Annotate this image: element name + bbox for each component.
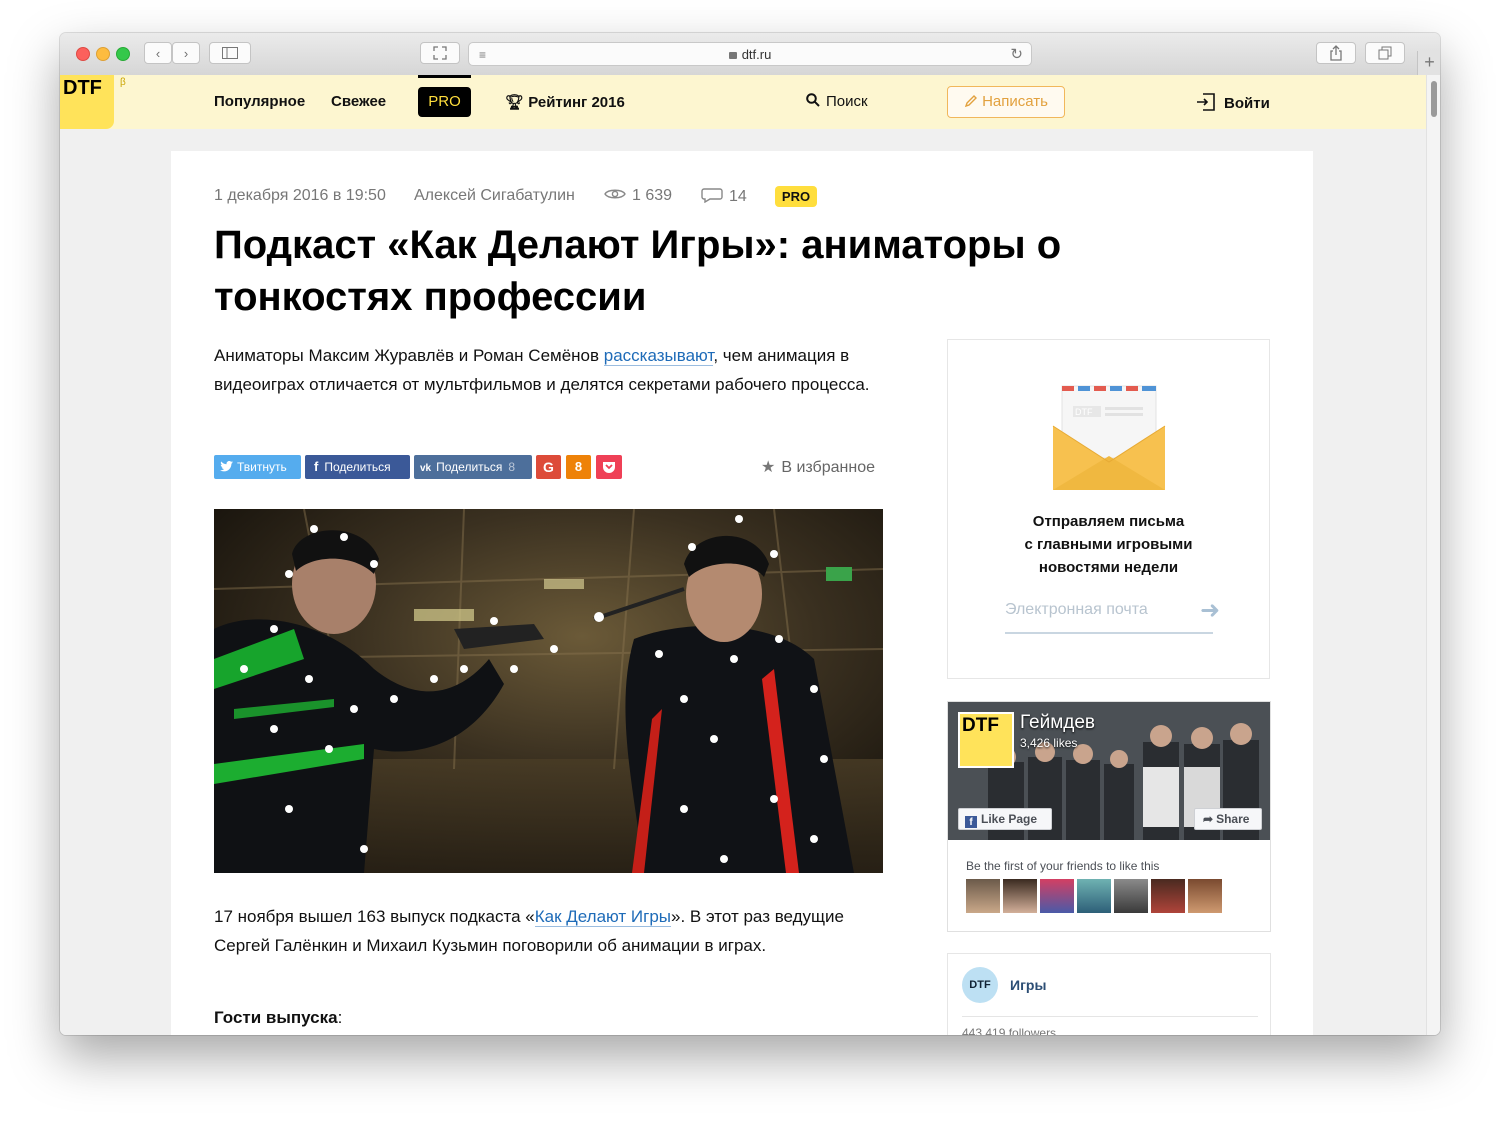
article-body-paragraph: 17 ноября вышел 163 выпуск подкаста «Как… — [214, 907, 844, 955]
zoom-window-button[interactable] — [116, 47, 130, 61]
article-card: 1 декабря 2016 в 19:50 Алексей Сигабатул… — [171, 151, 1313, 1035]
friend-avatar[interactable] — [1151, 879, 1185, 913]
login-icon — [1197, 93, 1215, 111]
article-comments[interactable]: 14 — [701, 187, 747, 206]
friend-avatar[interactable] — [1114, 879, 1148, 913]
friend-avatar[interactable] — [1188, 879, 1222, 913]
write-button[interactable]: Написать — [947, 86, 1065, 118]
article-date: 1 декабря 2016 в 19:50 — [214, 187, 386, 204]
scrollbar[interactable] — [1426, 75, 1440, 1035]
sidebar-toggle-button[interactable] — [209, 42, 251, 64]
lead-link[interactable]: рассказывают — [603, 346, 714, 366]
tabs-overview-button[interactable] — [1365, 42, 1405, 64]
email-input-underline — [1005, 632, 1213, 634]
lock-icon — [728, 52, 737, 59]
google-share-button[interactable]: G — [536, 455, 561, 479]
site-header: DTF β Популярное Свежее PRO 🏆︎ Рейтинг 2… — [60, 75, 1426, 129]
page-viewport: DTF β Популярное Свежее PRO 🏆︎ Рейтинг 2… — [60, 75, 1426, 1035]
facebook-page-title[interactable]: Геймдев — [1020, 712, 1095, 734]
close-window-button[interactable] — [76, 47, 90, 61]
newsletter-text: Отправляем письма с главными игровыми но… — [1024, 513, 1193, 576]
facebook-share-widget-button[interactable]: ➦ Share — [1194, 808, 1262, 830]
facebook-page-widget: DTF Геймдев 3,426 likes f Like Page ➦ Shar… — [947, 701, 1271, 932]
dtf-logo[interactable]: DTF — [60, 75, 114, 129]
article-views: 1 639 — [604, 187, 672, 205]
nav-popular[interactable]: Популярное — [214, 93, 305, 110]
facebook-share-button[interactable]: f Поделиться — [305, 455, 410, 479]
share-arrow-icon: ➦ — [1203, 812, 1214, 826]
friend-avatar[interactable] — [1040, 879, 1074, 913]
games-name[interactable]: Игры — [1010, 977, 1046, 993]
facebook-icon: f — [965, 816, 977, 828]
pencil-icon — [964, 95, 978, 108]
svg-text:DTF: DTF — [1075, 407, 1093, 417]
login-link[interactable]: Войти — [1196, 93, 1270, 112]
odnoklassniki-icon: 8 — [574, 459, 583, 474]
nav-pro[interactable]: PRO — [418, 75, 471, 117]
url-text: dtf.ru — [741, 47, 772, 62]
pocket-share-button[interactable] — [596, 455, 622, 479]
motion-capture-photo — [214, 509, 883, 873]
twitter-share-button[interactable]: Твитнуть — [214, 455, 301, 479]
vk-share-button[interactable]: vk Поделиться 8 — [414, 455, 532, 479]
facebook-friends-text: Be the first of your friends to like thi… — [966, 859, 1160, 873]
minimize-window-button[interactable] — [96, 47, 110, 61]
expand-icon — [433, 46, 447, 60]
facebook-page-logo[interactable]: DTF — [958, 712, 1014, 768]
games-widget: DTF Игры 443 419 followers — [947, 953, 1271, 1035]
friend-avatar[interactable] — [1077, 879, 1111, 913]
games-followers: 443 419 followers — [962, 1026, 1057, 1035]
article-author[interactable]: Алексей Сигабатулин — [414, 187, 575, 205]
friend-avatar[interactable] — [1003, 879, 1037, 913]
pocket-icon — [603, 462, 615, 473]
article-title: Подкаст «Как Делают Игры»: аниматоры о т… — [214, 223, 1062, 319]
envelope-icon: DTF — [1052, 385, 1166, 490]
new-tab-button[interactable]: + — [1417, 51, 1440, 75]
facebook-likes-count: 3,426 likes — [1020, 736, 1078, 750]
odnoklassniki-share-button[interactable]: 8 — [566, 455, 591, 479]
facebook-icon: f — [314, 459, 319, 474]
beta-label: β — [120, 77, 126, 88]
scrollbar-thumb[interactable] — [1431, 81, 1437, 117]
nav-search[interactable]: Поиск — [806, 93, 868, 110]
podcast-link[interactable]: Как Делают Игры — [534, 907, 672, 927]
forward-button[interactable]: › — [172, 42, 200, 64]
vk-icon: vk — [420, 463, 432, 474]
games-avatar[interactable]: DTF — [962, 967, 998, 1003]
guests-heading: Гости выпуска: — [214, 1008, 343, 1027]
arrow-right-icon[interactable]: ➜ — [1200, 596, 1220, 625]
share-page-button[interactable] — [1316, 42, 1356, 64]
divider — [962, 1016, 1258, 1017]
eye-icon — [604, 189, 626, 199]
email-input[interactable]: Электронная почта — [1005, 601, 1148, 619]
star-icon: ★ — [761, 459, 776, 476]
address-bar[interactable]: ≡ dtf.ru ↻ — [468, 42, 1032, 66]
twitter-icon — [220, 461, 233, 472]
tabs-icon — [1378, 46, 1392, 60]
chevron-right-icon: › — [183, 45, 189, 61]
share-icon — [1330, 45, 1342, 61]
google-icon: G — [543, 459, 554, 475]
reload-icon[interactable]: ↻ — [1010, 45, 1023, 63]
pro-badge[interactable]: PRO — [775, 186, 817, 207]
sidebar-icon — [222, 47, 238, 59]
nav-rating[interactable]: 🏆︎ Рейтинг 2016 — [505, 93, 625, 111]
article-photo — [214, 509, 883, 873]
comment-icon — [701, 188, 723, 204]
article-lead: Аниматоры Максим Журавлёв и Роман Семёно… — [214, 346, 870, 394]
friend-avatar[interactable] — [966, 879, 1000, 913]
nav-fresh[interactable]: Свежее — [331, 93, 386, 110]
search-icon — [806, 93, 820, 107]
like-page-button[interactable]: f Like Page — [958, 808, 1052, 830]
newsletter-card: DTF Отправляем письма с главными игровым… — [947, 339, 1270, 679]
fullscreen-button[interactable] — [420, 42, 460, 64]
favorite-button[interactable]: ★ В избранное — [761, 457, 875, 477]
facebook-cover-photo[interactable]: DTF Геймдев 3,426 likes f Like Page ➦ Shar… — [948, 702, 1270, 840]
chevron-left-icon: ‹ — [155, 45, 161, 61]
back-button[interactable]: ‹ — [144, 42, 172, 64]
browser-toolbar: ‹ › ≡ dtf.ru ↻ + — [60, 33, 1440, 76]
trophy-icon: 🏆︎ — [505, 94, 525, 111]
browser-window: ‹ › ≡ dtf.ru ↻ + DTF β Популярное Свежее… — [60, 33, 1440, 1035]
